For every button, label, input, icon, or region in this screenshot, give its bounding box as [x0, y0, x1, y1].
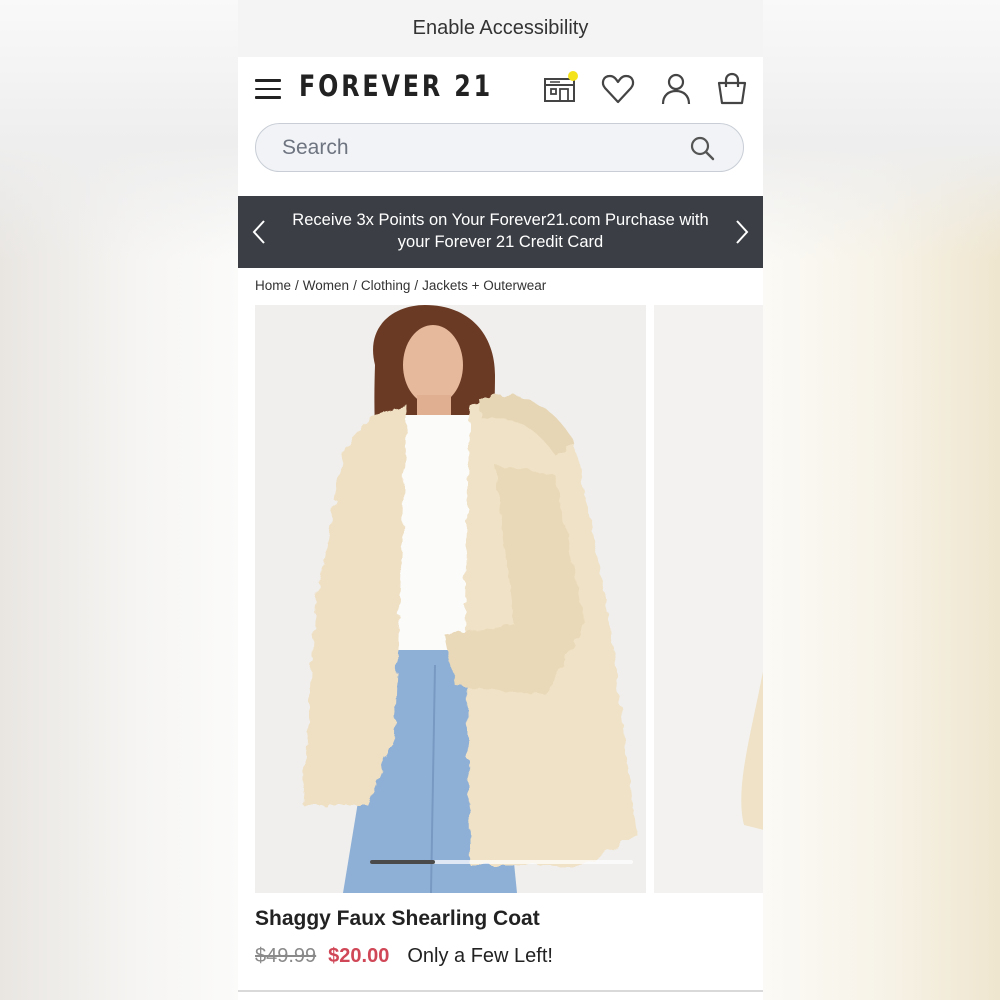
chevron-left-icon[interactable]: [250, 218, 268, 246]
bag-icon[interactable]: [714, 71, 750, 107]
search-bar: [255, 123, 744, 172]
search-icon[interactable]: [689, 135, 715, 161]
product-title: Shaggy Faux Shearling Coat: [255, 907, 540, 930]
accessibility-label: Enable Accessibility: [412, 17, 589, 39]
original-price: $49.99: [255, 945, 317, 967]
divider: [238, 990, 763, 992]
promo-text[interactable]: Receive 3x Points on Your Forever21.com …: [278, 209, 723, 253]
mobile-page: Enable Accessibility FOREVER 21 Search R…: [238, 0, 763, 1000]
search-input[interactable]: [280, 124, 664, 172]
chevron-right-icon[interactable]: [733, 218, 751, 246]
breadcrumb-home[interactable]: Home: [255, 278, 291, 293]
breadcrumb: Home / Women / Clothing / Jackets + Outerwear: [255, 278, 547, 293]
price-row: $49.99 $20.00 Only a Few Left!: [255, 945, 553, 968]
enable-accessibility-link[interactable]: Enable Accessibility: [238, 0, 763, 57]
gallery-progress-active: [370, 860, 435, 864]
promo-banner: Receive 3x Points on Your Forever21.com …: [238, 196, 763, 268]
product-image-next[interactable]: [654, 305, 763, 893]
store-notification-dot: [568, 71, 578, 81]
user-icon[interactable]: [658, 71, 694, 107]
stock-status: Only a Few Left!: [407, 945, 553, 967]
gallery-progress-indicator: [370, 860, 633, 864]
sale-price: $20.00: [328, 945, 390, 967]
brand-logo[interactable]: FOREVER 21: [299, 69, 493, 103]
heart-icon[interactable]: [600, 71, 636, 107]
product-image[interactable]: [255, 305, 646, 893]
breadcrumb-jackets-outerwear[interactable]: Jackets + Outerwear: [422, 278, 546, 293]
product-image-gallery[interactable]: [255, 305, 763, 893]
breadcrumb-clothing[interactable]: Clothing: [361, 278, 411, 293]
menu-icon[interactable]: [255, 79, 281, 99]
site-header: FOREVER 21: [238, 57, 763, 121]
breadcrumb-women[interactable]: Women: [303, 278, 349, 293]
